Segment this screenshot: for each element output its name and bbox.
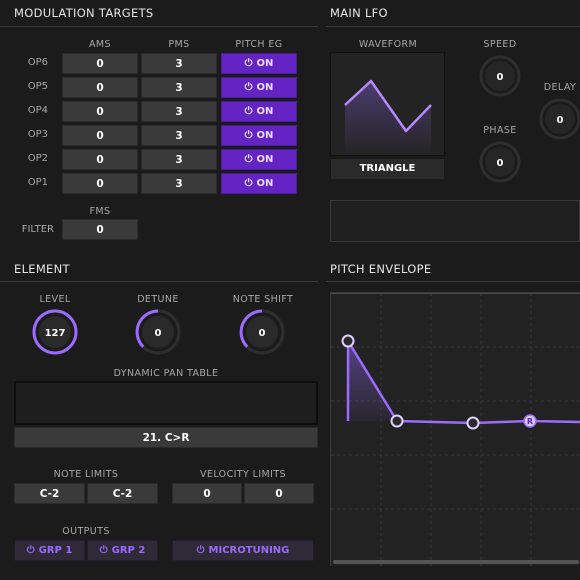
toggle-label: ON <box>256 178 274 189</box>
power-icon: ⏻ <box>244 178 253 189</box>
phase-label: PHASE <box>483 125 517 136</box>
filter-label: FILTER <box>21 224 54 235</box>
waveform-select[interactable]: TRIANGLE <box>330 158 445 180</box>
speed-knob[interactable]: 0 <box>478 54 522 98</box>
row-label: OP2 <box>27 153 48 164</box>
pms-field[interactable]: 3 <box>141 173 217 194</box>
main-lfo-title: MAIN LFO <box>330 6 388 20</box>
element-title: ELEMENT <box>14 262 70 276</box>
delay-label: DELAY <box>543 82 577 93</box>
power-icon: ⏻ <box>26 545 35 556</box>
toggle-label: ON <box>256 154 274 165</box>
ams-field[interactable]: 0 <box>62 101 138 122</box>
pan-table-label: DYNAMIC PAN TABLE <box>113 368 219 379</box>
pms-field[interactable]: 3 <box>141 149 217 170</box>
power-icon: ⏻ <box>99 545 108 556</box>
level-value: 127 <box>45 328 66 339</box>
modulation-divider <box>0 26 318 27</box>
envelope-graph: R <box>331 293 580 566</box>
velocity-limit-high-field[interactable]: 0 <box>244 483 314 504</box>
speed-label: SPEED <box>483 39 517 50</box>
note-limit-low-field[interactable]: C-2 <box>14 483 85 504</box>
ams-field[interactable]: 0 <box>62 149 138 170</box>
row-label: OP5 <box>27 81 48 92</box>
pitch-eg-toggle[interactable]: ⏻ ON <box>221 125 297 146</box>
detune-label: DETUNE <box>137 294 179 305</box>
phase-knob[interactable]: 0 <box>478 140 522 184</box>
note-shift-value: 0 <box>259 328 266 339</box>
pan-table-display[interactable] <box>14 381 318 425</box>
ams-field[interactable]: 0 <box>62 77 138 98</box>
power-icon: ⏻ <box>244 106 253 117</box>
col-ams-label: AMS <box>89 39 111 50</box>
release-marker: R <box>527 417 533 426</box>
detune-knob[interactable]: 0 <box>133 307 183 357</box>
row-label: OP6 <box>27 57 48 68</box>
col-pitch-eg-label: PITCH EG <box>235 39 283 50</box>
toggle-label: ON <box>256 82 274 93</box>
waveform-display[interactable] <box>330 52 445 156</box>
detune-value: 0 <box>155 328 162 339</box>
fms-label: FMS <box>89 206 111 217</box>
col-pms-label: PMS <box>168 39 190 50</box>
pitch-envelope-title: PITCH ENVELOPE <box>330 262 432 276</box>
note-shift-label: NOTE SHIFT <box>232 294 294 305</box>
note-limits-label: NOTE LIMITS <box>53 469 119 480</box>
pitch-eg-toggle[interactable]: ⏻ ON <box>221 53 297 74</box>
pitch-eg-toggle[interactable]: ⏻ ON <box>221 77 297 98</box>
power-icon: ⏻ <box>244 82 253 93</box>
pms-field[interactable]: 3 <box>141 53 217 74</box>
row-label: OP3 <box>27 129 48 140</box>
pms-field[interactable]: 3 <box>141 77 217 98</box>
delay-knob[interactable]: 0 <box>538 97 580 141</box>
velocity-limits-label: VELOCITY LIMITS <box>200 469 286 480</box>
element-divider <box>0 281 318 282</box>
delay-value: 0 <box>557 115 564 126</box>
toggle-label: ON <box>256 58 274 69</box>
toggle-label: ON <box>256 106 274 117</box>
pitch-eg-toggle[interactable]: ⏻ ON <box>221 149 297 170</box>
toggle-label: ON <box>256 130 274 141</box>
power-icon: ⏻ <box>244 154 253 165</box>
triangle-wave-graphic <box>344 79 432 155</box>
phase-value: 0 <box>497 158 504 169</box>
lfo-divider <box>326 26 580 27</box>
row-label: OP4 <box>27 105 48 116</box>
pms-field[interactable]: 3 <box>141 125 217 146</box>
output-grp2-toggle[interactable]: ⏻ GRP 2 <box>87 540 158 561</box>
toggle-label: GRP 2 <box>111 545 146 556</box>
power-icon: ⏻ <box>244 130 253 141</box>
pitch-eg-toggle[interactable]: ⏻ ON <box>221 101 297 122</box>
lfo-extra-display <box>330 200 580 242</box>
pitch-envelope-editor[interactable]: R <box>330 292 580 566</box>
ams-field[interactable]: 0 <box>62 53 138 74</box>
toggle-label: MICROTUNING <box>208 545 290 556</box>
level-knob[interactable]: 127 <box>30 307 80 357</box>
ams-field[interactable]: 0 <box>62 125 138 146</box>
power-icon: ⏻ <box>196 545 205 556</box>
toggle-label: GRP 1 <box>38 545 73 556</box>
fms-filter-field[interactable]: 0 <box>62 219 138 240</box>
output-grp1-toggle[interactable]: ⏻ GRP 1 <box>14 540 85 561</box>
ams-field[interactable]: 0 <box>62 173 138 194</box>
power-icon: ⏻ <box>244 58 253 69</box>
pitch-envelope-divider <box>326 281 580 282</box>
level-label: LEVEL <box>39 294 71 305</box>
pitch-eg-toggle[interactable]: ⏻ ON <box>221 173 297 194</box>
pan-table-select[interactable]: 21. C>R <box>14 427 318 448</box>
velocity-limit-low-field[interactable]: 0 <box>172 483 242 504</box>
note-shift-knob[interactable]: 0 <box>237 307 287 357</box>
pms-field[interactable]: 3 <box>141 101 217 122</box>
speed-value: 0 <box>497 72 504 83</box>
note-limit-high-field[interactable]: C-2 <box>87 483 158 504</box>
row-label: OP1 <box>27 177 48 188</box>
waveform-label: WAVEFORM <box>358 39 418 50</box>
microtuning-toggle[interactable]: ⏻ MICROTUNING <box>172 540 314 561</box>
outputs-label: OUTPUTS <box>62 526 110 537</box>
modulation-targets-title: MODULATION TARGETS <box>14 6 154 20</box>
